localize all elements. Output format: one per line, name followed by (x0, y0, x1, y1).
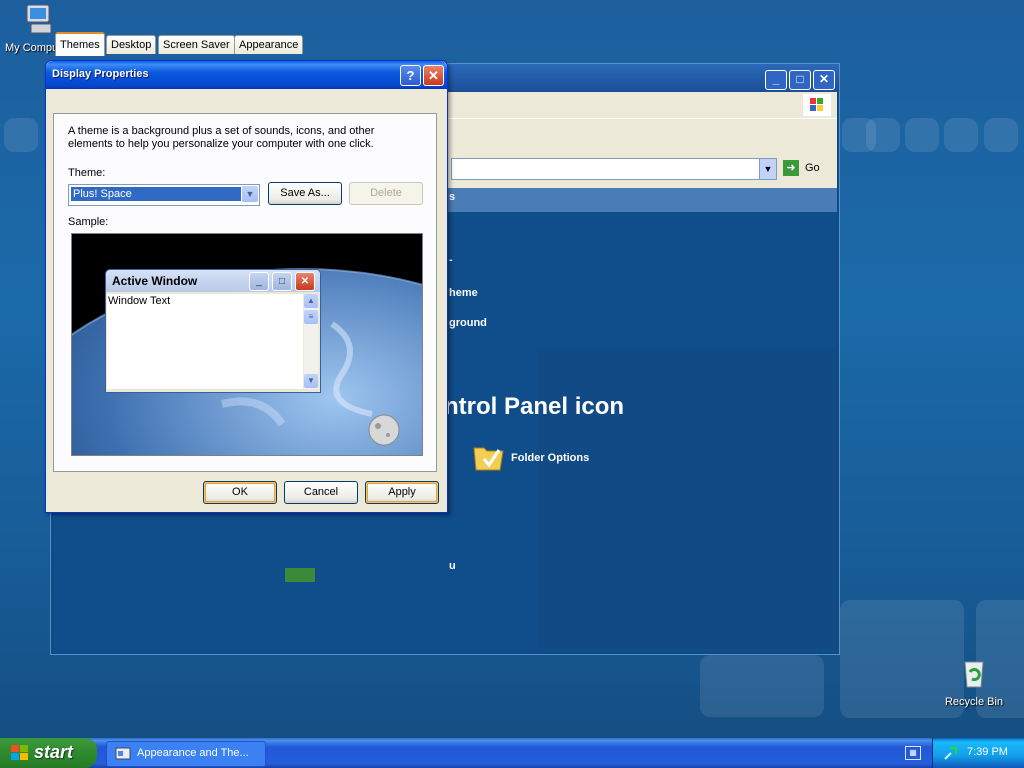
sample-minimize-icon: _ (249, 272, 269, 291)
close-button[interactable]: ✕ (813, 70, 835, 90)
change-background-link[interactable]: ground (449, 317, 487, 329)
folder-options-icon[interactable] (473, 442, 505, 472)
scroll-thumb: ≡ (304, 310, 318, 324)
sample-maximize-icon: □ (272, 272, 292, 291)
scroll-down-icon: ▼ (304, 374, 318, 388)
folder-options-link[interactable]: Folder Options (511, 452, 589, 464)
tab-appearance[interactable]: Appearance (234, 35, 304, 54)
theme-selected-value: Plus! Space (71, 187, 241, 201)
taskbar-window-label: Appearance and The... (137, 747, 249, 759)
sample-label: Sample: (68, 216, 109, 228)
windows-flag-icon (11, 745, 28, 760)
sample-window-client-area: Window Text (107, 294, 303, 389)
recycle-bin-icon (964, 661, 984, 688)
desktop-decoration (984, 118, 1018, 152)
maximize-button[interactable]: □ (789, 70, 811, 90)
minimize-button[interactable]: _ (765, 70, 787, 90)
theme-description: A theme is a background plus a set of so… (68, 125, 375, 150)
help-button[interactable]: ? (400, 65, 421, 86)
desktop-decoration (700, 655, 824, 717)
start-label: start (34, 742, 74, 762)
sample-window-title: Active Window (112, 274, 198, 288)
tab-desktop[interactable]: Desktop (106, 35, 157, 54)
computer-icon (26, 4, 52, 34)
sample-close-icon: ✕ (295, 272, 315, 291)
taskbar: start Appearance and The... ▦ 7:39 PM (0, 738, 1024, 768)
taskbar-start-menu-icon[interactable] (285, 568, 315, 582)
cancel-button[interactable]: Cancel (284, 481, 358, 504)
change-theme-link[interactable]: heme (449, 287, 478, 299)
sample-active-window: Active Window _ □ ✕ Window Text ▲ ≡ ▼ (105, 269, 321, 393)
system-tray: 7:39 PM (932, 738, 1024, 768)
go-label: Go (805, 162, 820, 174)
sample-window-text: Window Text (108, 295, 171, 307)
desktop-decoration (866, 118, 900, 152)
clock[interactable]: 7:39 PM (967, 746, 1008, 758)
go-button[interactable]: ➜ Go (783, 158, 823, 178)
delete-button[interactable]: Delete (349, 182, 423, 205)
taskbar-window-button[interactable]: Appearance and The... (106, 741, 266, 767)
theme-dropdown[interactable]: Plus! Space ▼ (68, 184, 260, 206)
theme-sample-preview: Active Window _ □ ✕ Window Text ▲ ≡ ▼ (71, 233, 423, 456)
desktop-decoration (4, 118, 38, 152)
theme-label: Theme: (68, 167, 106, 179)
dialog-close-button[interactable]: ✕ (423, 65, 444, 86)
control-panel-icon (115, 747, 131, 760)
dialog-titlebar[interactable]: Display Properties ? ✕ (46, 61, 447, 89)
ok-button[interactable]: OK (203, 481, 277, 504)
chevron-down-icon[interactable]: ▼ (242, 186, 258, 202)
dialog-title: Display Properties (52, 68, 149, 80)
apply-button[interactable]: Apply (365, 481, 439, 504)
taskbar-start-menu-link[interactable]: u (449, 560, 456, 572)
tab-themes[interactable]: Themes (55, 32, 105, 56)
task-link-fragment: - (449, 254, 453, 266)
tab-screen-saver[interactable]: Screen Saver (158, 35, 235, 54)
address-dropdown-button[interactable]: ▼ (759, 158, 777, 180)
recycle-bin-desktop-icon[interactable]: Recycle Bin (934, 656, 1014, 708)
desktop-decoration (944, 118, 978, 152)
scroll-up-icon: ▲ (304, 294, 318, 308)
start-button[interactable]: start (0, 738, 97, 768)
address-input[interactable] (451, 158, 769, 180)
task-link-fragment[interactable]: s (449, 191, 455, 203)
recycle-bin-label: Recycle Bin (944, 696, 1004, 708)
sample-window-titlebar: Active Window _ □ ✕ (106, 270, 320, 292)
go-arrow-icon: ➜ (783, 160, 799, 176)
keyboard-icon[interactable]: ▦ (905, 746, 921, 760)
desktop-decoration (905, 118, 939, 152)
safely-remove-hardware-icon[interactable] (943, 745, 959, 761)
windows-logo-icon (803, 94, 831, 116)
control-panel-icon-heading: ntrol Panel icon (444, 393, 625, 420)
sample-scrollbar: ▲ ≡ ▼ (304, 294, 318, 389)
save-as-button[interactable]: Save As... (268, 182, 342, 205)
